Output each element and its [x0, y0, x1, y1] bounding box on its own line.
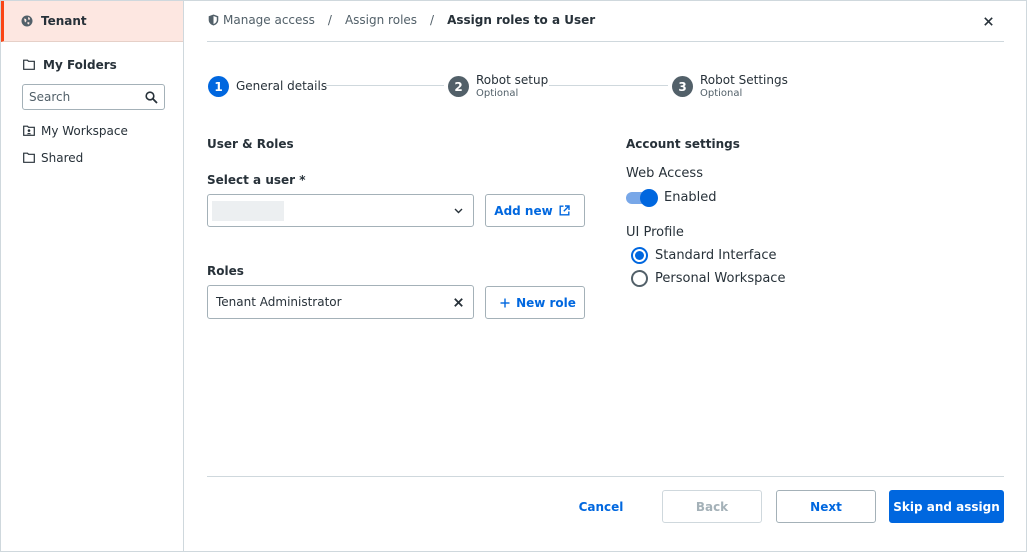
step-label: Robot setup	[476, 73, 549, 87]
next-button[interactable]: Next	[776, 490, 876, 523]
roles-field[interactable]: Tenant Administrator	[207, 285, 474, 319]
breadcrumb: Manage access / Assign roles / Assign ro…	[208, 13, 595, 27]
globe-icon	[21, 15, 33, 27]
step-general-details[interactable]: 1 General details	[208, 74, 327, 97]
role-chip: Tenant Administrator	[216, 295, 342, 309]
back-button[interactable]: Back	[662, 490, 762, 523]
my-folders-header[interactable]: My Folders	[1, 42, 183, 75]
sidebar-item-label: My Workspace	[41, 123, 128, 138]
breadcrumb-current: Assign roles to a User	[447, 13, 596, 27]
ui-profile-option-standard[interactable]: Standard Interface	[631, 247, 776, 264]
user-select[interactable]	[207, 194, 474, 227]
step-sublabel: Optional	[700, 88, 743, 99]
close-icon	[983, 16, 993, 26]
sidebar-tenant[interactable]: Tenant	[1, 1, 183, 42]
step-number: 2	[448, 76, 469, 97]
toggle-knob	[640, 188, 658, 207]
breadcrumb-assign-roles[interactable]: Assign roles	[345, 13, 417, 27]
select-user-label: Select a user *	[207, 173, 306, 187]
folder-icon	[23, 59, 35, 70]
folder-search-input[interactable]	[29, 90, 139, 104]
step-label: General details	[236, 79, 328, 93]
user-roles-title: User & Roles	[207, 137, 294, 151]
add-new-user-button[interactable]: Add new	[485, 194, 585, 227]
close-button[interactable]	[980, 13, 996, 29]
step-number: 1	[208, 76, 229, 97]
cancel-button[interactable]: Cancel	[566, 490, 636, 523]
workspace-folder-icon	[23, 125, 35, 136]
step-sublabel: Optional	[476, 88, 519, 99]
radio-dot	[635, 251, 644, 260]
radio-button[interactable]	[631, 247, 648, 264]
ui-profile-label: UI Profile	[626, 225, 684, 240]
header-divider	[207, 41, 1004, 42]
account-settings-title: Account settings	[626, 137, 740, 151]
footer-divider	[207, 476, 1004, 477]
step-robot-settings[interactable]: 3 Robot Settings Optional	[672, 74, 788, 100]
tenant-label: Tenant	[41, 14, 87, 28]
external-link-icon	[559, 205, 570, 216]
sidebar-item-shared[interactable]: Shared	[1, 144, 183, 171]
roles-label: Roles	[207, 264, 244, 278]
shield-icon	[208, 14, 219, 26]
step-number: 3	[672, 76, 693, 97]
web-access-state: Enabled	[664, 190, 717, 205]
radio-button[interactable]	[631, 270, 648, 287]
web-access-label: Web Access	[626, 166, 703, 181]
ui-profile-option-label: Standard Interface	[655, 248, 777, 263]
ui-profile-option-personal[interactable]: Personal Workspace	[631, 270, 785, 287]
new-role-button[interactable]: New role	[485, 286, 585, 319]
plus-icon	[500, 298, 510, 307]
chevron-down-icon	[454, 208, 463, 213]
step-label: Robot Settings	[700, 73, 788, 87]
step-connector	[326, 85, 444, 86]
main-panel: Manage access / Assign roles / Assign ro…	[184, 1, 1026, 551]
sidebar-item-label: Shared	[41, 150, 84, 165]
new-role-label: New role	[516, 295, 576, 310]
app-window: Tenant My Folders My Workspace	[0, 0, 1027, 552]
ui-profile-option-label: Personal Workspace	[655, 271, 786, 286]
selected-user-redacted	[212, 200, 284, 221]
sidebar-item-my-workspace[interactable]: My Workspace	[1, 117, 183, 144]
folder-search[interactable]	[22, 84, 165, 110]
breadcrumb-separator: /	[430, 13, 435, 27]
search-icon[interactable]	[145, 90, 158, 104]
step-connector	[549, 85, 668, 86]
breadcrumb-manage-access[interactable]: Manage access	[223, 13, 315, 27]
skip-and-assign-button[interactable]: Skip and assign	[889, 490, 1004, 523]
folder-icon	[23, 152, 35, 163]
web-access-toggle[interactable]	[626, 188, 658, 207]
stepper: 1 General details 2 Robot setup Optional…	[208, 74, 1008, 104]
sidebar: Tenant My Folders My Workspace	[1, 1, 184, 551]
add-new-label: Add new	[494, 203, 553, 218]
clear-icon[interactable]	[454, 297, 463, 307]
step-robot-setup[interactable]: 2 Robot setup Optional	[448, 74, 548, 100]
web-access-toggle-row: Enabled	[626, 188, 717, 207]
breadcrumb-separator: /	[327, 13, 332, 27]
my-folders-label: My Folders	[43, 57, 117, 72]
